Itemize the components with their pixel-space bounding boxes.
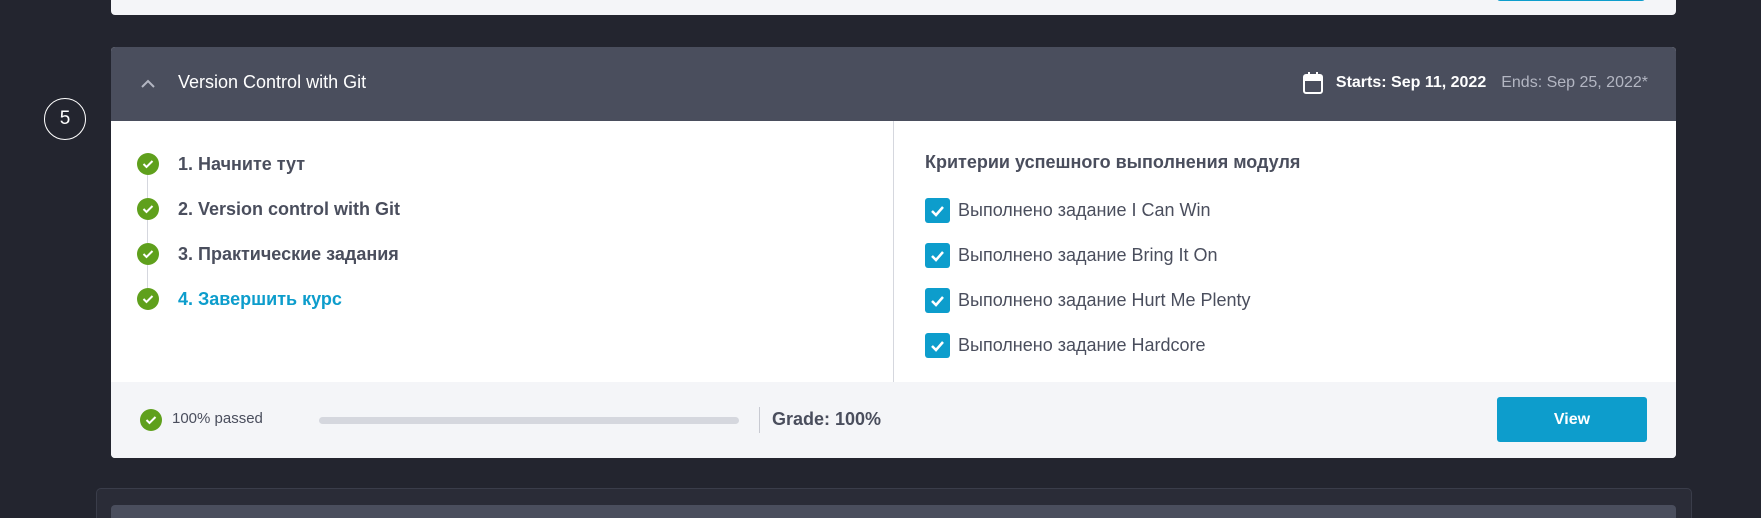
criteria-item: Выполнено задание Hardcore <box>925 333 1251 378</box>
lesson-connector <box>147 175 148 198</box>
start-date: Starts: Sep 11, 2022 <box>1335 74 1487 91</box>
previous-module-card <box>111 0 1676 15</box>
criteria-panel: Критерии успешного выполнения модуля Вып… <box>894 121 1676 382</box>
grade-text: Grade: 100% <box>772 409 882 429</box>
checkbox-checked-icon <box>925 243 950 268</box>
lesson-connector <box>147 265 148 288</box>
lesson-list: 1. Начните тут 2. Version control with G… <box>137 153 400 333</box>
chevron-up-icon[interactable] <box>139 75 157 93</box>
criteria-label: Выполнено задание Hardcore <box>958 335 1206 355</box>
calendar-icon <box>1302 72 1323 94</box>
checkbox-checked-icon <box>925 333 950 358</box>
lesson-label[interactable]: 1. Начните тут <box>178 153 305 175</box>
checkbox-checked-icon <box>925 198 950 223</box>
course-page: 5 Version Control with Git Starts: Sep 1… <box>0 0 1761 518</box>
module-card: Version Control with Git Starts: Sep 11,… <box>111 47 1676 458</box>
progress-bar <box>319 417 739 424</box>
module-title: Version Control with Git <box>178 72 367 92</box>
lesson-item[interactable]: 2. Version control with Git <box>137 198 400 243</box>
lesson-label[interactable]: 2. Version control with Git <box>178 198 400 220</box>
check-circle-icon <box>140 409 162 431</box>
view-button[interactable]: View <box>1497 397 1647 442</box>
lesson-label-active[interactable]: 4. Завершить курс <box>178 288 342 310</box>
criteria-title: Критерии успешного выполнения модуля <box>925 152 1301 172</box>
criteria-label: Выполнено задание Bring It On <box>958 245 1218 265</box>
criteria-label: Выполнено задание I Can Win <box>958 200 1211 220</box>
passed-status: 100% passed <box>172 410 263 427</box>
criteria-item: Выполнено задание Bring It On <box>925 243 1251 288</box>
previous-module-view-button[interactable] <box>1497 0 1645 1</box>
criteria-item: Выполнено задание I Can Win <box>925 198 1251 243</box>
lesson-item[interactable]: 3. Практические задания <box>137 243 400 288</box>
lesson-connector <box>147 220 148 243</box>
criteria-list: Выполнено задание I Can Win Выполнено за… <box>925 198 1251 378</box>
end-date: Ends: Sep 25, 2022* <box>1501 74 1648 91</box>
check-circle-icon <box>137 243 159 265</box>
module-step-number: 5 <box>44 98 86 140</box>
next-module-header[interactable] <box>111 505 1676 518</box>
divider <box>759 407 760 433</box>
check-circle-icon <box>137 198 159 220</box>
lesson-item-active[interactable]: 4. Завершить курс <box>137 288 400 333</box>
lesson-label[interactable]: 3. Практические задания <box>178 243 399 265</box>
criteria-label: Выполнено задание Hurt Me Plenty <box>958 290 1251 310</box>
checkbox-checked-icon <box>925 288 950 313</box>
module-body: 1. Начните тут 2. Version control with G… <box>111 121 1676 382</box>
check-circle-icon <box>137 153 159 175</box>
lesson-list-panel: 1. Начните тут 2. Version control with G… <box>111 121 894 382</box>
module-header[interactable]: Version Control with Git Starts: Sep 11,… <box>111 47 1676 121</box>
check-circle-icon <box>137 288 159 310</box>
lesson-item[interactable]: 1. Начните тут <box>137 153 400 198</box>
module-dates: Starts: Sep 11, 2022 Ends: Sep 25, 2022* <box>1302 72 1648 94</box>
criteria-item: Выполнено задание Hurt Me Plenty <box>925 288 1251 333</box>
module-footer: 100% passed Grade: 100% View <box>111 382 1676 458</box>
